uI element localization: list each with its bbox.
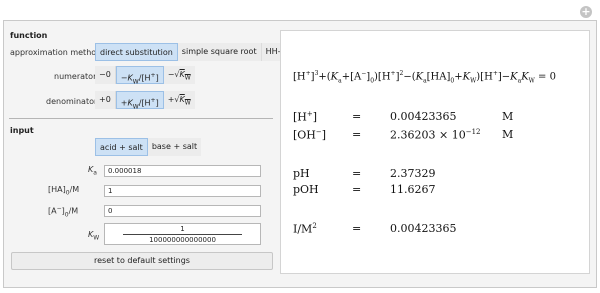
ph-value: 2.37329 xyxy=(390,167,436,180)
mode-option-base-salt[interactable]: base + salt xyxy=(147,138,202,156)
denominator-label: denominator xyxy=(46,97,98,106)
kw-input[interactable]: 1 100000000000000 xyxy=(104,223,261,245)
approx-method-selector: direct substitution simple square root H… xyxy=(95,43,300,61)
oh-value: 2.36203 × 10−12 xyxy=(390,128,481,142)
a-minus-input[interactable]: 0 xyxy=(104,205,261,217)
oh-equals: = xyxy=(352,128,362,141)
equilibrium-equation: [H+]3+(Ka+[A−]0)[H+]2−(Ka[HA]0+KW)[H+]−K… xyxy=(293,70,556,85)
numerator-option-sqrt-kw[interactable]: −√KW xyxy=(163,66,195,84)
h-label: [H+] xyxy=(293,110,318,124)
h-unit: M xyxy=(502,110,514,123)
approx-option-sqrt[interactable]: simple square root xyxy=(177,43,262,61)
ha-label: [HA]0/M xyxy=(48,185,80,197)
approx-method-label: approximation method xyxy=(10,48,102,57)
kw-numerator: 1 xyxy=(180,225,185,233)
input-section-title: input xyxy=(10,126,34,135)
numerator-selector: −0 −KW/[H+] −√KW xyxy=(95,66,195,85)
function-section-title: function xyxy=(10,31,48,40)
mode-selector: acid + salt base + salt xyxy=(95,138,202,156)
kw-label: KW xyxy=(88,230,100,242)
denominator-option-zero[interactable]: +0 xyxy=(95,91,116,109)
h-equals: = xyxy=(352,110,362,123)
numerator-label: numerator xyxy=(54,72,97,81)
poh-value: 11.6267 xyxy=(390,183,436,196)
add-plus-icon[interactable]: + xyxy=(580,6,592,18)
mode-option-acid-salt[interactable]: acid + salt xyxy=(95,138,148,156)
oh-unit: M xyxy=(502,128,514,141)
approx-option-direct[interactable]: direct substitution xyxy=(95,43,178,61)
numerator-option-zero[interactable]: −0 xyxy=(95,66,116,84)
section-divider xyxy=(9,118,273,119)
ka-label: Ka xyxy=(88,165,97,177)
ph-equals: = xyxy=(352,167,362,180)
ph-label: pH xyxy=(293,167,310,180)
numerator-option-kw-over-h[interactable]: −KW/[H+] xyxy=(115,66,164,85)
reset-button[interactable]: reset to default settings xyxy=(11,252,273,270)
denominator-option-kw-over-h[interactable]: +KW/[H+] xyxy=(115,91,164,110)
ka-input[interactable]: 0.000018 xyxy=(104,165,261,177)
h-value: 0.00423365 xyxy=(390,110,457,123)
oh-label: [OH−] xyxy=(293,128,327,142)
denominator-selector: +0 +KW/[H+] +√KW xyxy=(95,91,195,110)
ionic-strength-label: I/M2 xyxy=(293,222,317,236)
poh-equals: = xyxy=(352,183,362,196)
denominator-option-sqrt-kw[interactable]: +√KW xyxy=(163,91,195,109)
ionic-strength-value: 0.00423365 xyxy=(390,222,457,235)
ha-input[interactable]: 1 xyxy=(104,185,261,197)
result-panel xyxy=(280,30,590,274)
ionic-strength-equals: = xyxy=(352,222,362,235)
kw-denominator: 100000000000000 xyxy=(149,236,216,244)
poh-label: pOH xyxy=(293,183,319,196)
a-minus-label: [A−]0/M xyxy=(48,205,79,219)
